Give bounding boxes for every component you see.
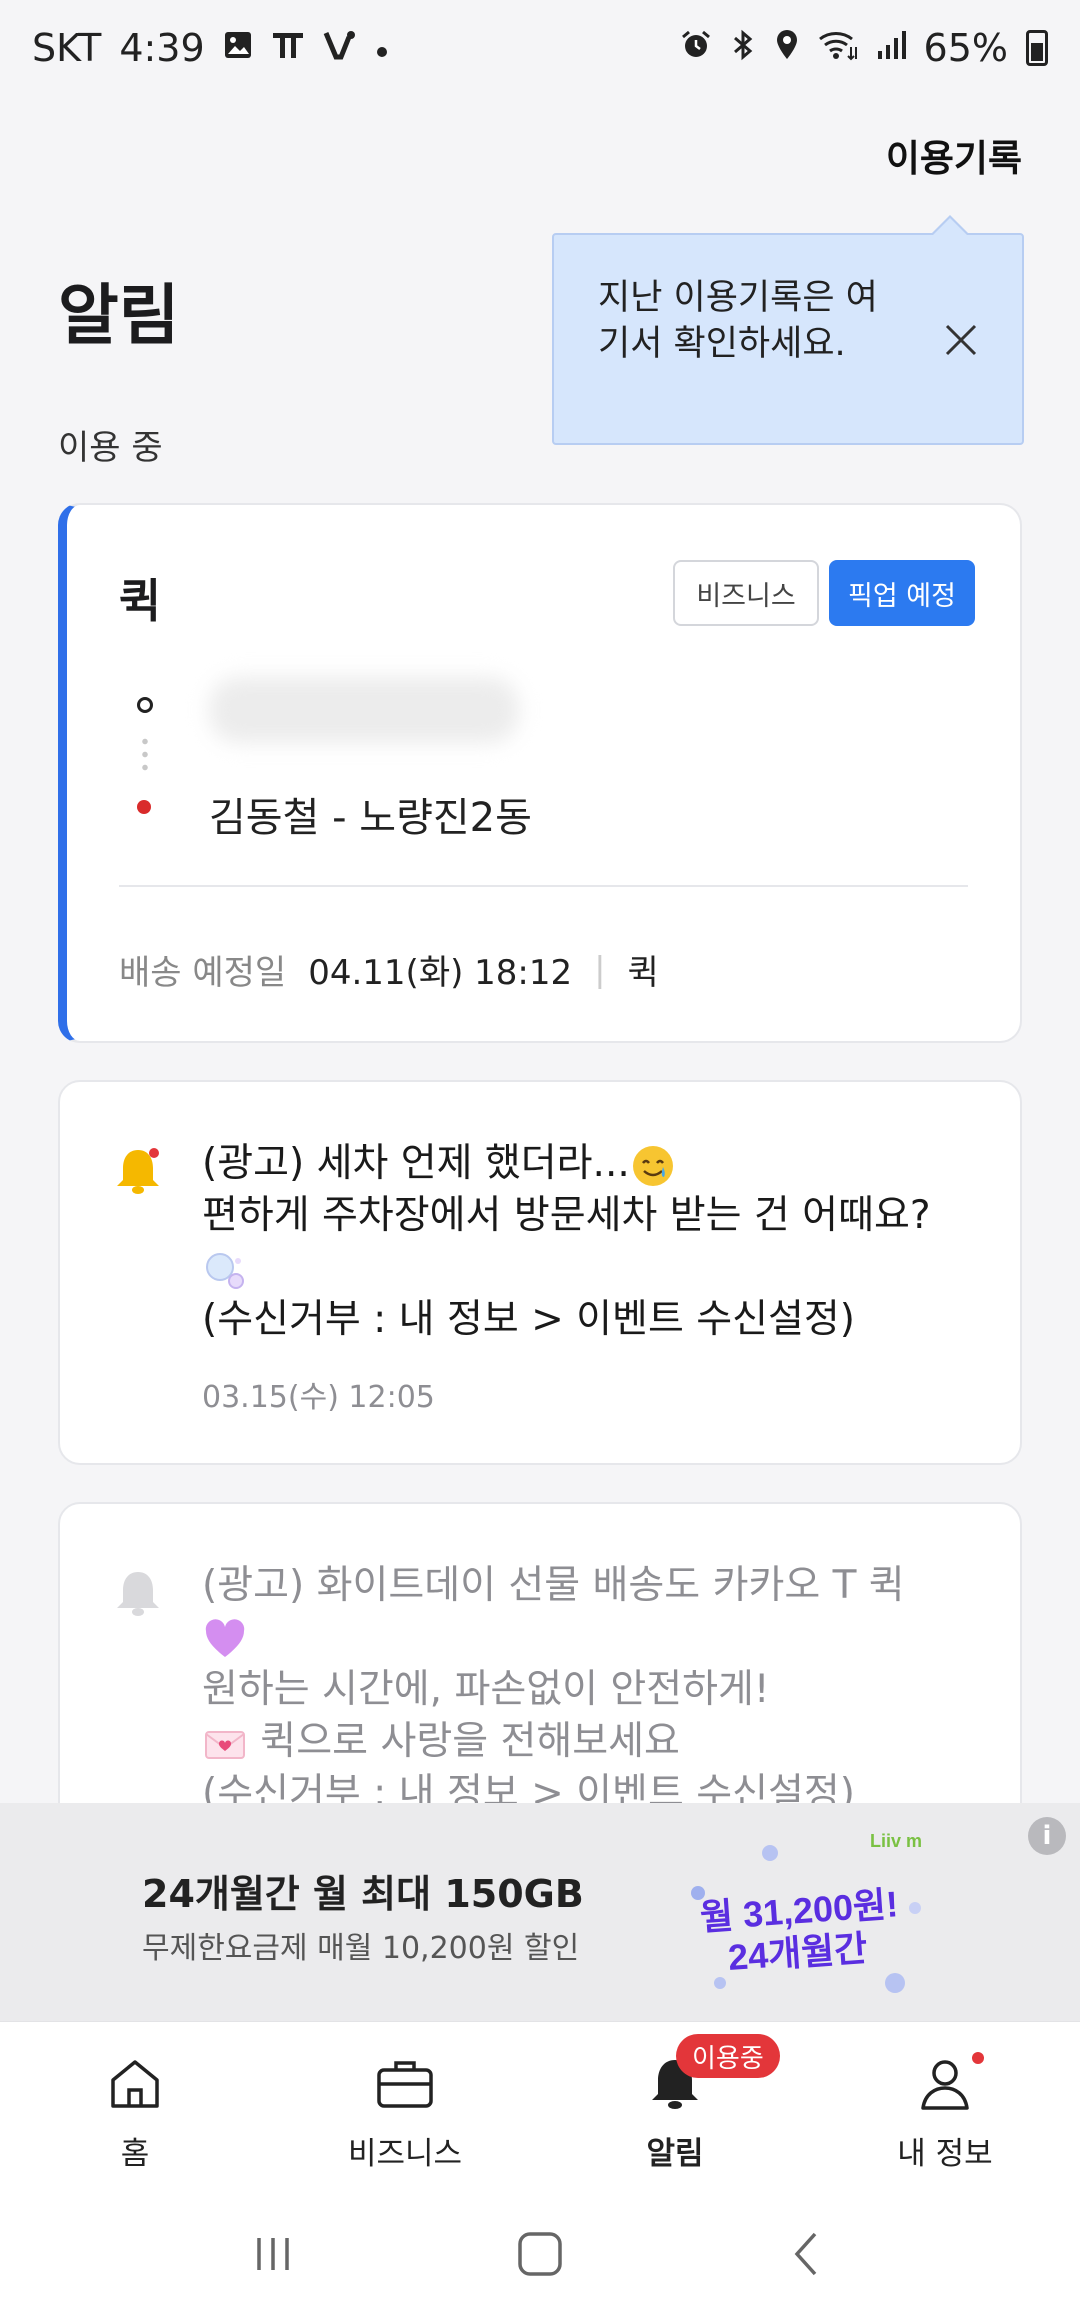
separator: | — [594, 949, 606, 990]
notification-line-3: 퀵으로 사랑을 전해보세요 — [260, 1719, 680, 1764]
business-badge: 비즈니스 — [673, 560, 819, 626]
ad-subtitle: 무제한요금제 매월 10,200원 할인 — [142, 1931, 580, 1966]
close-icon[interactable] — [942, 321, 980, 359]
notification-line-1: (광고) 화이트데이 선물 배송도 카카오 T 퀵 — [202, 1563, 905, 1608]
ad-promo-price: 월 31,200원! — [699, 1883, 900, 1938]
system-nav — [0, 2191, 1080, 2316]
new-dot-indicator — [972, 2052, 984, 2064]
history-link[interactable]: 이용기록 — [886, 128, 1022, 182]
notification-date: 03.15(수) 12:05 — [202, 1380, 435, 1415]
nav-home[interactable]: 홈 — [0, 2022, 270, 2191]
notification-line-1: (광고) 세차 언제 했더라... — [202, 1141, 630, 1186]
ad-promo-duration: 24개월간 — [727, 1927, 869, 1978]
route-dots-icon — [142, 735, 148, 775]
bell-icon — [117, 1148, 159, 1194]
clock: 4:39 — [119, 26, 205, 70]
purple-heart-icon — [205, 1618, 245, 1657]
battery-icon — [1026, 30, 1048, 66]
signal-icon — [876, 29, 906, 67]
page-title: 알림 — [58, 277, 180, 354]
notification-line-2: 편하게 주차장에서 방문세차 받는 건 어때요? — [202, 1193, 931, 1238]
delivery-label: 배송 예정일 — [119, 953, 287, 993]
in-use-badge: 이용중 — [676, 2034, 780, 2078]
bluetooth-icon — [730, 29, 756, 67]
battery-percent: 65% — [923, 26, 1008, 70]
bell-icon — [117, 1572, 159, 1616]
delivery-type: 퀵 — [627, 953, 659, 993]
delivery-datetime: 04.11(화) 18:12 — [308, 953, 573, 993]
person-icon — [921, 2060, 969, 2110]
nav-label: 홈 — [120, 2136, 150, 2172]
wifi-icon — [818, 29, 858, 67]
carrier: SKT — [32, 26, 102, 70]
pickup-status-badge: 픽업 예정 — [829, 560, 975, 626]
destination-text: 김동철 - 노량진2동 — [209, 795, 532, 841]
origin-address-blurred — [209, 677, 519, 743]
nav-label: 내 정보 — [897, 2136, 993, 2172]
love-letter-icon — [205, 1730, 245, 1759]
home-button-icon[interactable] — [510, 2224, 570, 2284]
bubbles-icon — [206, 1252, 244, 1289]
ad-brand-logo: Liiv m — [870, 1831, 922, 1851]
nav-business[interactable]: 비즈니스 — [270, 2022, 540, 2191]
notification-text: (광고) 세차 언제 했더라... 편하게 주차장에서 방문세차 받는 건 어때… — [202, 1138, 982, 1346]
delivery-info: 배송 예정일 04.11(화) 18:12 | 퀵 — [119, 945, 659, 994]
v-icon — [323, 29, 357, 67]
divider — [119, 885, 968, 887]
status-left: SKT 4:39 — [32, 26, 389, 70]
ad-banner[interactable]: 24개월간 월 최대 150GB 무제한요금제 매월 10,200원 할인 i … — [0, 1803, 1080, 2021]
ad-title: 24개월간 월 최대 150GB — [142, 1872, 584, 1916]
notification-line-3: (수신거부 : 내 정보 > 이벤트 수신설정) — [202, 1297, 855, 1342]
nav-my-info[interactable]: 내 정보 — [810, 2022, 1080, 2191]
history-tooltip: 지난 이용기록은 여기서 확인하세요. — [552, 215, 1024, 445]
origin-marker-icon — [137, 697, 153, 713]
nav-notifications[interactable]: 알림 이용중 — [540, 2022, 810, 2191]
notification-item[interactable]: (광고) 세차 언제 했더라... 편하게 주차장에서 방문세차 받는 건 어때… — [58, 1080, 1022, 1465]
info-icon[interactable]: i — [1028, 1817, 1066, 1855]
nav-label: 비즈니스 — [347, 2136, 463, 2172]
status-bar: SKT 4:39 65% — [0, 0, 1080, 96]
card-title: 퀵 — [119, 574, 162, 628]
notification-line-2: 원하는 시간에, 파손없이 안전하게! — [202, 1667, 770, 1712]
home-icon — [111, 2060, 159, 2108]
gallery-icon — [223, 30, 253, 66]
section-label-in-use: 이용 중 — [58, 428, 163, 468]
back-icon[interactable] — [777, 2224, 837, 2284]
alarm-icon — [680, 29, 712, 67]
notification-text: (광고) 화이트데이 선물 배송도 카카오 T 퀵 원하는 시간에, 파손없이 … — [202, 1560, 982, 1820]
tooltip-text: 지난 이용기록은 여기서 확인하세요. — [598, 278, 878, 364]
t-icon — [271, 29, 305, 67]
ad-promo-graphic: Liiv m 월 31,200원! 24개월간 — [680, 1823, 940, 2013]
quick-delivery-card[interactable]: 퀵 비즈니스 픽업 예정 김동철 - 노량진2동 배송 예정일 04.11(화)… — [58, 503, 1022, 1043]
status-right: 65% — [680, 26, 1048, 70]
nav-label: 알림 — [646, 2136, 704, 2172]
destination-marker-icon — [137, 800, 151, 814]
smile-tear-icon — [632, 1145, 673, 1186]
briefcase-icon — [377, 2061, 433, 2108]
bottom-nav: 홈 비즈니스 알림 이용중 내 정보 — [0, 2021, 1080, 2191]
dot-icon — [375, 31, 389, 65]
location-icon — [774, 29, 800, 67]
recent-apps-icon[interactable] — [243, 2224, 303, 2284]
